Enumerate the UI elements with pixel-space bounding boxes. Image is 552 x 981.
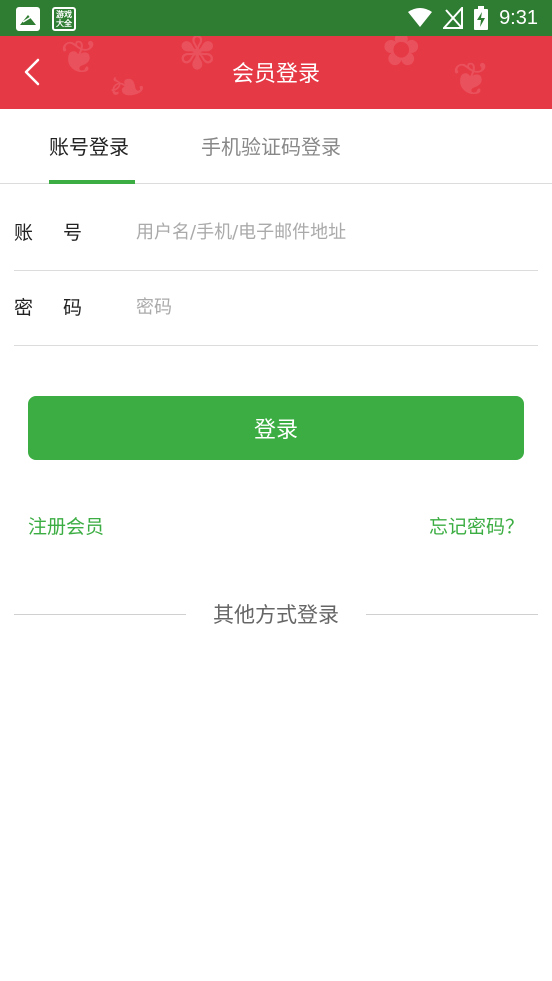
game-app-badge-text: 游戏 大全	[56, 10, 72, 28]
divider-line-right	[366, 614, 538, 615]
login-button[interactable]: 登录	[28, 396, 524, 460]
status-time: 9:31	[499, 6, 538, 29]
login-tabs: 账号登录 手机验证码登录	[0, 109, 552, 184]
password-row: 密 码	[14, 271, 538, 346]
wifi-icon	[408, 8, 433, 27]
status-bar: 游戏 大全 9:31	[0, 0, 552, 36]
divider-line-left	[14, 614, 186, 615]
tab-phone-code-login[interactable]: 手机验证码登录	[201, 131, 341, 160]
account-label: 账 号	[14, 222, 95, 244]
battery-charging-icon	[474, 6, 489, 30]
password-input[interactable]	[136, 287, 526, 327]
no-signal-icon	[443, 7, 464, 29]
status-icons: 9:31	[407, 0, 538, 36]
other-login-methods-label: 其他方式登录	[213, 603, 339, 627]
active-tab-indicator	[49, 180, 135, 184]
register-link[interactable]: 注册会员	[28, 512, 104, 539]
forgot-password-link[interactable]: 忘记密码？	[429, 512, 524, 539]
password-label: 密 码	[14, 297, 95, 319]
game-app-notification-icon: 游戏 大全	[52, 7, 76, 31]
app-notification-icon	[16, 7, 40, 31]
app-header: ❦ ❧ ✿ ❦ ✾ 会员登录	[0, 36, 552, 109]
account-input[interactable]	[136, 212, 526, 252]
account-row: 账 号	[14, 196, 538, 271]
page-title: 会员登录	[231, 62, 320, 87]
tab-account-login[interactable]: 账号登录	[49, 131, 129, 160]
